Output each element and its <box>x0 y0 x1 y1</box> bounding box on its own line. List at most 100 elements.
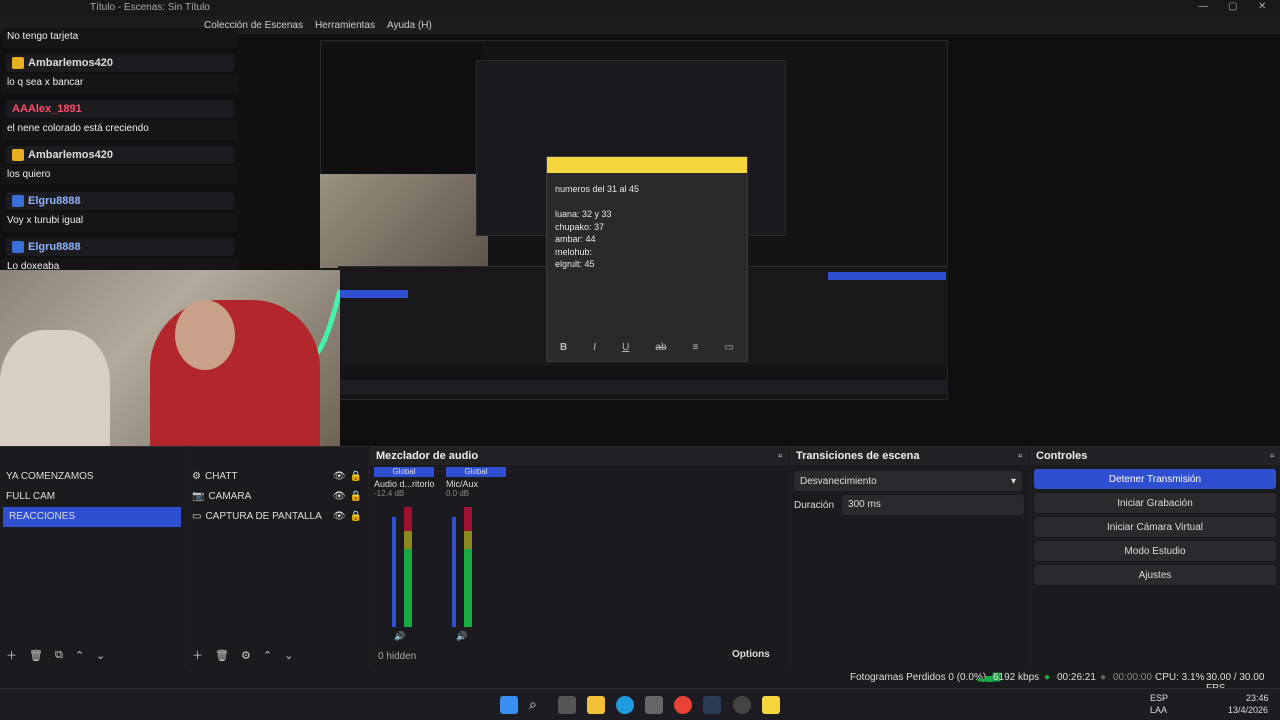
taskbar: ⌕ ESP LAA 23:46 13/4/2026 <box>0 688 1280 720</box>
channel-name: Audio d...ritorio <box>374 479 435 489</box>
note-line: luana: 32 y 33 <box>555 209 612 219</box>
person-left <box>0 330 110 446</box>
source-item[interactable]: 📷 CAMARA 👁 🔒 <box>186 487 368 507</box>
nested-chat <box>322 44 482 174</box>
steam-icon[interactable] <box>703 696 721 714</box>
badge-icon <box>12 57 24 69</box>
menu-herramientas[interactable]: Herramientas <box>315 20 375 31</box>
source-item[interactable]: ⚙ CHATT 👁 🔒 <box>186 467 368 487</box>
badge-icon <box>12 241 24 253</box>
search-icon[interactable]: ⌕ <box>529 696 547 714</box>
duration-input[interactable]: 300 ms <box>842 495 1024 515</box>
note-titlebar[interactable] <box>547 157 747 173</box>
studio-mode-button[interactable]: Modo Estudio <box>1034 541 1276 561</box>
language[interactable]: ESP <box>1150 693 1168 703</box>
minimize-button[interactable]: — <box>1198 1 1208 12</box>
bold-button[interactable]: B <box>560 342 567 353</box>
lock-icon[interactable]: 🔒 <box>350 467 362 487</box>
scene-item[interactable]: FULL CAM <box>0 487 184 507</box>
channel-tag: Global <box>374 467 434 477</box>
start-recording-button[interactable]: Iniciar Grabación <box>1034 493 1276 513</box>
channel-db: -12.4 dB <box>374 489 405 498</box>
chat-message: los quiero <box>2 166 238 186</box>
scenes-toolbar: ＋ 🗑 ⧉ ⌃ ⌄ <box>0 647 111 663</box>
scene-item[interactable]: YA COMENZAMOS <box>0 467 184 487</box>
folder-icon[interactable] <box>587 696 605 714</box>
add-icon[interactable]: ＋ <box>192 647 203 663</box>
obs-icon[interactable] <box>733 696 751 714</box>
add-icon[interactable]: ＋ <box>6 647 17 663</box>
scenes-dock: YA COMENZAMOS FULL CAM REACCIONES ＋ 🗑 ⧉ … <box>0 446 184 668</box>
clock-date[interactable]: 13/4/2026 <box>1228 705 1268 715</box>
speaker-icon[interactable]: 🔊 <box>394 631 405 642</box>
source-item[interactable]: ▭ CAPTURA DE PANTALLA 👁 🔒 <box>186 507 368 527</box>
mixer-title: Mezclador de audio <box>376 450 479 462</box>
eye-icon[interactable]: 👁 <box>333 487 346 507</box>
menu-ayuda[interactable]: Ayuda (H) <box>387 20 432 31</box>
volume-slider[interactable] <box>452 517 456 627</box>
note-line: elgrult: 45 <box>555 259 595 269</box>
popout-icon[interactable]: ▫ <box>1270 450 1274 462</box>
preview-canvas[interactable]: No tengo tarjeta Ambarlemos420 lo q sea … <box>0 28 1280 446</box>
gear-icon[interactable]: ⚙ <box>241 649 251 662</box>
nested-scene-highlight <box>338 290 408 298</box>
close-button[interactable]: ✕ <box>1258 1 1266 12</box>
store-icon[interactable] <box>645 696 663 714</box>
sticky-notes-icon[interactable] <box>762 696 780 714</box>
eye-icon[interactable]: 👁 <box>333 467 346 487</box>
note-line: numeros del 31 al 45 <box>555 184 640 194</box>
obs-window: Título - Escenas: Sin Título — ▢ ✕ Colec… <box>0 0 1280 720</box>
controls-header: Controles ▫ <box>1030 447 1280 465</box>
up-icon[interactable]: ⌃ <box>75 649 84 662</box>
popout-icon[interactable]: ▫ <box>1018 450 1022 462</box>
windows-start-icon[interactable] <box>500 696 518 714</box>
edge-icon[interactable] <box>616 696 634 714</box>
trash-icon[interactable]: 🗑 <box>29 649 43 662</box>
volume-slider[interactable] <box>392 517 396 627</box>
scene-item-selected[interactable]: REACCIONES <box>3 507 181 527</box>
live-time: 00:26:21 <box>1057 672 1096 683</box>
rec-indicator-icon: ● <box>1100 672 1107 683</box>
mixer-channel: Global Mic/Aux 0.0 dB 🔊 <box>446 467 506 642</box>
lock-icon[interactable]: 🔒 <box>350 507 362 527</box>
maximize-button[interactable]: ▢ <box>1228 1 1237 12</box>
camera-feed <box>0 270 340 446</box>
down-icon[interactable]: ⌄ <box>284 649 293 662</box>
cpu-usage: CPU: 3.1% <box>1155 672 1205 683</box>
chat-username: AAAlex_1891 <box>12 103 82 115</box>
dropped-frames: Fotogramas Perdidos 0 (0.0%) <box>850 672 987 683</box>
sticky-note[interactable]: numeros del 31 al 45 luana: 32 y 33 chup… <box>546 156 748 362</box>
underline-button[interactable]: U <box>622 342 629 353</box>
chrome-icon[interactable] <box>674 696 692 714</box>
trash-icon[interactable]: 🗑 <box>215 649 229 662</box>
chat-overlay: No tengo tarjeta Ambarlemos420 lo q sea … <box>0 28 240 284</box>
controls-dock: Controles ▫ Detener Transmisión Iniciar G… <box>1030 446 1280 668</box>
bitrate: 6192 kbps <box>993 672 1040 683</box>
speaker-icon[interactable]: 🔊 <box>456 631 467 642</box>
taskview-icon[interactable] <box>558 696 576 714</box>
channel-tag: Global <box>446 467 506 477</box>
note-line: ambar: 44 <box>555 234 596 244</box>
down-icon[interactable]: ⌄ <box>96 649 105 662</box>
stop-stream-button[interactable]: Detener Transmisión <box>1034 469 1276 489</box>
note-body[interactable]: numeros del 31 al 45 luana: 32 y 33 chup… <box>547 173 747 281</box>
duration-row: Duración 300 ms <box>794 495 1024 515</box>
nested-controls-highlight <box>828 272 946 280</box>
chat-user: Elgru8888 <box>6 238 234 256</box>
settings-button[interactable]: Ajustes <box>1034 565 1276 585</box>
eye-icon[interactable]: 👁 <box>333 507 346 527</box>
virtual-camera-button[interactable]: Iniciar Cámara Virtual <box>1034 517 1276 537</box>
camera-icon: 📷 <box>192 491 205 502</box>
filter-icon[interactable]: ⧉ <box>55 649 63 662</box>
italic-button[interactable]: I <box>593 342 596 353</box>
chat-user: Ambarlemos420 <box>6 54 234 72</box>
up-icon[interactable]: ⌃ <box>263 649 272 662</box>
clock-time[interactable]: 23:46 <box>1246 693 1269 703</box>
image-button[interactable]: ▭ <box>724 342 733 353</box>
lock-icon[interactable]: 🔒 <box>350 487 362 507</box>
popout-icon[interactable]: ▫ <box>778 450 782 462</box>
list-button[interactable]: ≡ <box>693 342 699 353</box>
transition-select[interactable]: Desvanecimiento ▾ <box>794 471 1022 491</box>
options-button[interactable]: Options <box>732 649 770 660</box>
strikethrough-button[interactable]: ab <box>655 342 666 353</box>
